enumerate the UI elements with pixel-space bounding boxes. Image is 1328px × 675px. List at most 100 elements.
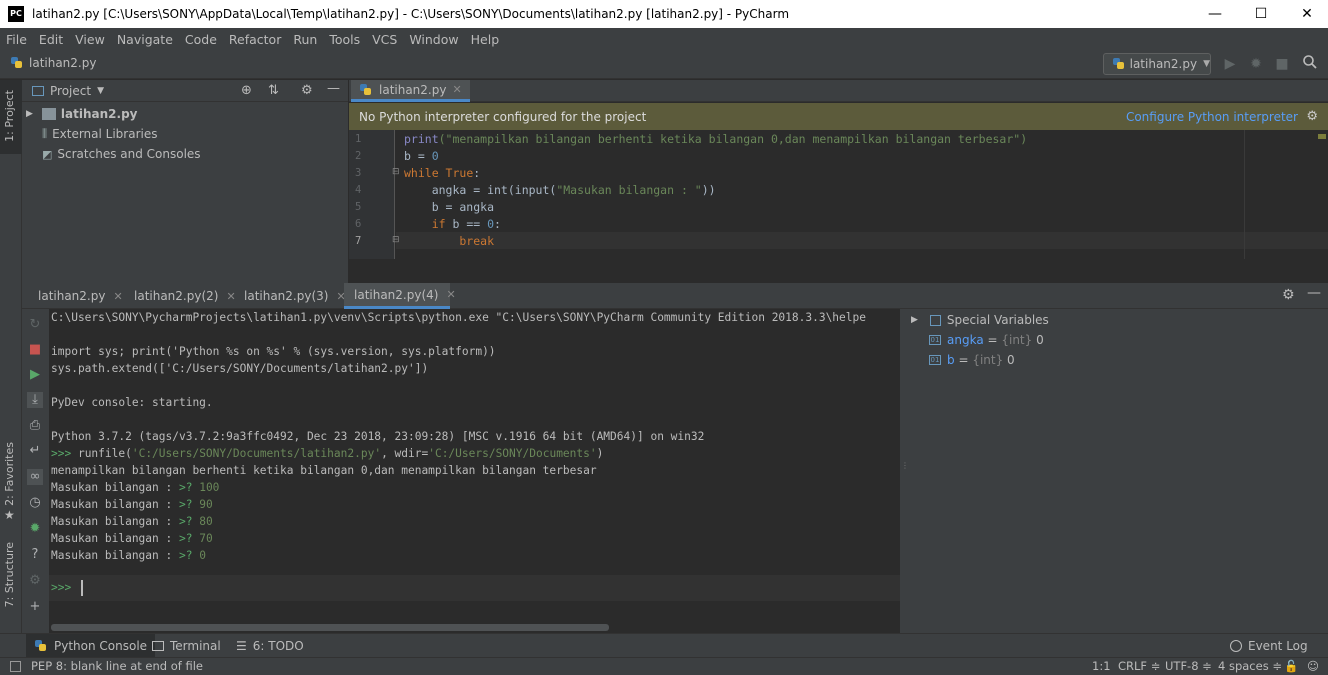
show-variables-icon[interactable]: ∞ <box>27 469 43 485</box>
menu-view[interactable]: View <box>69 32 111 47</box>
help-icon[interactable]: ? <box>27 547 43 563</box>
project-view-label[interactable]: Project <box>50 84 91 98</box>
run-configuration-select[interactable]: latihan2.py ▼ <box>1103 53 1211 75</box>
locate-icon[interactable]: ⊕ <box>241 83 252 98</box>
close-tab-icon[interactable]: ✕ <box>446 288 455 301</box>
chevron-right-icon[interactable]: ▶ <box>911 315 918 325</box>
print-icon[interactable]: ⎙ <box>27 418 43 434</box>
caret-position[interactable]: 1:1 <box>1092 659 1111 673</box>
tree-item-scratches[interactable]: ◩ Scratches and Consoles <box>42 147 201 161</box>
line-separator-select[interactable]: CRLF ≑ <box>1118 659 1160 673</box>
tool-windows-icon[interactable] <box>10 661 21 672</box>
fold-icon[interactable]: ⊟ <box>392 167 400 177</box>
inspection-icon[interactable]: ☺ <box>1307 659 1319 673</box>
breadcrumb[interactable]: latihan2.py <box>10 56 96 70</box>
console-prompt: >>> <box>51 447 78 460</box>
console-token: Masukan bilangan : <box>51 515 179 528</box>
run-tab-3[interactable]: latihan2.py(3) ✕ <box>234 283 346 309</box>
code-token: "Masukan bilangan : " <box>556 183 702 197</box>
variable-name: angka <box>947 333 984 347</box>
run-tab-4[interactable]: latihan2.py(4) ✕ <box>344 283 456 309</box>
tree-item-external-libraries[interactable]: ⫼ External Libraries <box>42 127 158 141</box>
menu-window[interactable]: Window <box>403 32 464 47</box>
stop-icon[interactable]: ■ <box>1274 56 1290 72</box>
run-tab-2[interactable]: latihan2.py(2) ✕ <box>124 283 236 309</box>
console-input-line: Masukan bilangan : >? 100 <box>51 481 219 494</box>
event-log-tool-tab[interactable]: Event Log <box>1222 634 1316 658</box>
variable-row[interactable]: 01 angka = {int} 0 <box>929 333 1044 347</box>
chevron-right-icon[interactable]: ▶ <box>26 109 33 119</box>
debug-icon[interactable]: ✹ <box>27 521 43 537</box>
add-console-icon[interactable]: + <box>27 599 43 615</box>
scroll-to-end-icon[interactable]: ⤓ <box>27 392 43 408</box>
gear-icon[interactable]: ⚙ <box>301 83 313 98</box>
fold-icon[interactable]: ⊟ <box>392 235 400 245</box>
run-tab-1[interactable]: latihan2.py ✕ <box>28 283 123 309</box>
soft-wrap-icon[interactable]: ↵ <box>27 443 43 459</box>
menu-refactor[interactable]: Refactor <box>223 32 287 47</box>
current-line-highlight <box>396 232 1328 249</box>
editor-tab-latihan2[interactable]: latihan2.py ✕ <box>351 80 470 102</box>
lock-icon[interactable]: 🔓 <box>1284 659 1298 673</box>
console-input-line: Masukan bilangan : >? 80 <box>51 515 213 528</box>
chevron-down-icon[interactable]: ▼ <box>97 86 104 96</box>
menu-run[interactable]: Run <box>287 32 323 47</box>
interpreter-warning-text: No Python interpreter configured for the… <box>359 109 647 124</box>
console-horizontal-scrollbar[interactable] <box>51 624 609 631</box>
python-console-icon <box>34 639 48 653</box>
console-input-value: 90 <box>199 498 213 511</box>
history-icon[interactable]: ◷ <box>27 495 43 511</box>
warning-stripe[interactable] <box>1318 134 1326 139</box>
python-console-output[interactable]: C:\Users\SONY\PycharmProjects\latihan1.p… <box>49 309 900 633</box>
menu-navigate[interactable]: Navigate <box>111 32 179 47</box>
run-icon[interactable]: ▶ <box>27 367 43 383</box>
console-line: >>> runfile('C:/Users/SONY/Documents/lat… <box>51 447 603 460</box>
menu-tools[interactable]: Tools <box>323 32 366 47</box>
encoding-select[interactable]: UTF-8 ≑ <box>1165 659 1212 673</box>
code-editor[interactable]: 1 2 3 4 5 6 7 ⊟ ⊟ print("menampilkan bil… <box>349 130 1328 259</box>
special-variables-node[interactable]: ▶ Special Variables <box>911 313 1049 327</box>
structure-tool-tab[interactable]: 7: Structure <box>3 542 16 607</box>
menu-vcs[interactable]: VCS <box>366 32 403 47</box>
menu-code[interactable]: Code <box>179 32 223 47</box>
close-button[interactable]: ✕ <box>1284 0 1328 28</box>
favorites-tool-tab[interactable]: 2: Favorites <box>3 442 16 506</box>
search-everywhere-icon[interactable] <box>1300 54 1320 70</box>
collapse-all-icon[interactable]: ⇅ <box>268 83 279 98</box>
minimize-button[interactable]: — <box>1192 0 1238 28</box>
hide-icon[interactable]: — <box>327 81 340 96</box>
run-tab-label: latihan2.py(4) <box>354 287 439 302</box>
line-number: 1 <box>355 133 362 145</box>
event-log-label: Event Log <box>1248 639 1308 653</box>
python-console-tool-tab[interactable]: Python Console <box>26 634 156 658</box>
run-icon[interactable]: ▶ <box>1222 56 1238 72</box>
project-tool-tab[interactable]: 1: Project <box>0 80 22 154</box>
terminal-tool-tab[interactable]: Terminal <box>144 634 229 658</box>
console-toolbar: ↻ ■ ▶ ⤓ ⎙ ↵ ∞ ◷ ✹ ? ⚙ + <box>22 309 49 633</box>
close-tab-icon[interactable]: ✕ <box>452 83 461 96</box>
tree-item-latihan2[interactable]: ▶ latihan2.py <box>26 107 138 121</box>
menu-file[interactable]: File <box>0 32 33 47</box>
code-token: 0 <box>487 217 495 231</box>
indent-select[interactable]: 4 spaces ≑ <box>1218 659 1282 673</box>
hide-icon[interactable]: — <box>1307 285 1321 301</box>
console-input-area[interactable]: >>> <box>49 575 900 601</box>
configure-interpreter-link[interactable]: Configure Python interpreter <box>1126 110 1298 124</box>
stop-icon[interactable]: ■ <box>27 342 43 358</box>
rerun-icon[interactable]: ↻ <box>27 317 43 333</box>
settings-icon[interactable]: ⚙ <box>27 573 43 589</box>
close-tab-icon[interactable]: ✕ <box>113 290 122 303</box>
variable-row[interactable]: 01 b = {int} 0 <box>929 353 1015 367</box>
console-variables-splitter[interactable]: ⋮ <box>900 309 909 633</box>
menu-help[interactable]: Help <box>465 32 506 47</box>
maximize-button[interactable]: ☐ <box>1238 0 1284 28</box>
python-file-icon <box>10 56 24 70</box>
gear-icon[interactable]: ⚙ <box>1282 287 1295 303</box>
console-line: PyDev console: starting. <box>51 396 213 409</box>
debug-icon[interactable]: ✹ <box>1248 56 1264 72</box>
star-icon: ★ <box>4 508 15 522</box>
console-input-line: Masukan bilangan : >? 70 <box>51 532 213 545</box>
todo-tool-tab[interactable]: ☰ 6: TODO <box>228 634 312 658</box>
gear-icon[interactable]: ⚙ <box>1306 109 1318 124</box>
menu-edit[interactable]: Edit <box>33 32 69 47</box>
